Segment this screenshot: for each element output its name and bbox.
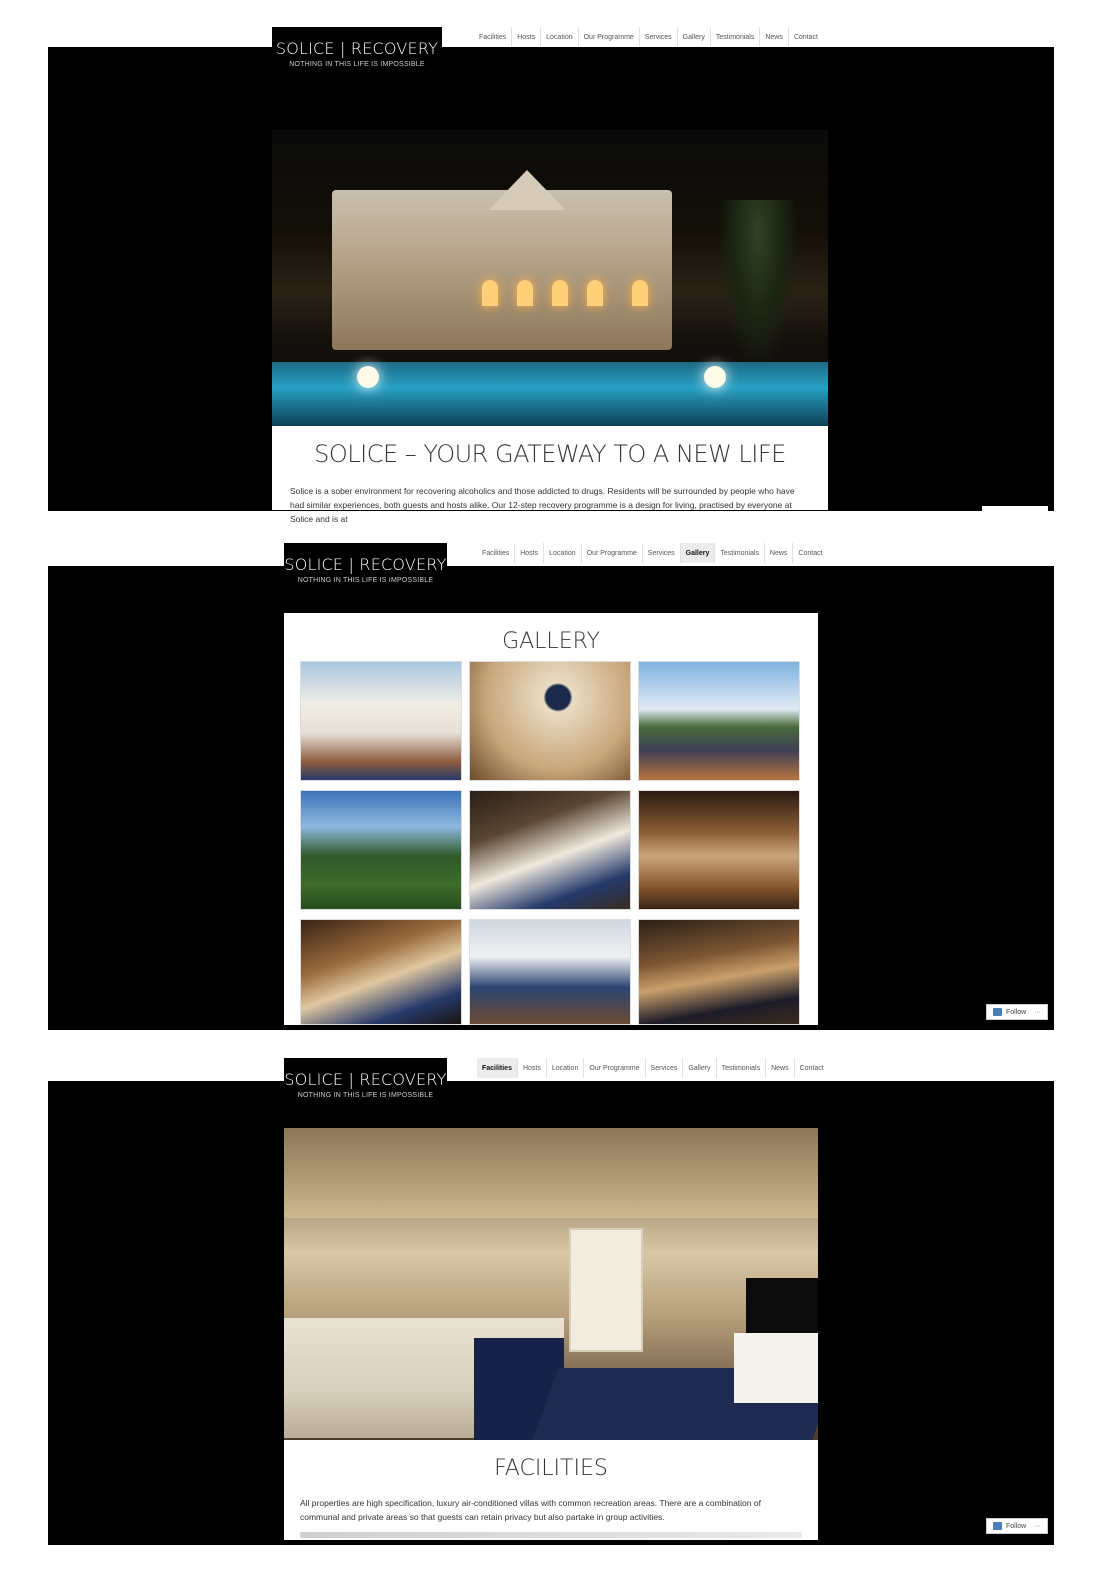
main-nav: Facilities Hosts Location Our Programme … [477,1058,829,1078]
follow-label: Follow [1006,1522,1027,1530]
follow-button[interactable]: Follow ··· [986,1518,1048,1534]
nav-contact[interactable]: Contact [787,27,823,47]
hero-villa-photo [272,130,828,426]
site-logo[interactable]: SOLICE | RECOVERY NOTHING IN THIS LIFE I… [284,543,447,591]
nav-services[interactable]: Services [641,543,680,563]
nav-facilities[interactable]: Facilities [474,27,511,47]
nav-location[interactable]: Location [540,27,577,47]
tv-console [734,1333,818,1403]
nav-services[interactable]: Services [638,27,677,47]
facilities-text: All properties are high specification, l… [300,1498,761,1522]
nav-testimonials[interactable]: Testimonials [709,27,760,47]
facilities-card: FACILITIES All properties are high speci… [284,1440,818,1540]
main-nav: Facilities Hosts Location Our Programme … [474,27,823,47]
lit-window [632,280,648,306]
lit-window [552,280,568,306]
nav-gallery[interactable]: Gallery [679,543,715,563]
site-title: SOLICE | RECOVERY [275,39,439,58]
lit-window [587,280,603,306]
nav-our-programme[interactable]: Our Programme [577,27,639,47]
nav-gallery[interactable]: Gallery [682,1058,715,1078]
gallery-card: GALLERY [284,613,818,1025]
pool-lamp [357,366,379,388]
gallery-thumbnail[interactable] [638,790,800,910]
nav-location[interactable]: Location [543,543,580,563]
site-tagline: NOTHING IN THIS LIFE IS IMPOSSIBLE [297,577,434,584]
palm-tree [718,200,798,370]
nav-location[interactable]: Location [545,1058,583,1078]
nav-news[interactable]: News [763,543,793,563]
page-title: FACILITIES [494,1456,608,1481]
nav-facilities[interactable]: Facilities [477,543,514,563]
site-title: SOLICE | RECOVERY [284,1070,447,1089]
site-tagline: NOTHING IN THIS LIFE IS IMPOSSIBLE [297,1092,434,1099]
television [746,1278,818,1334]
page-title: GALLERY [502,629,600,654]
main-nav: Facilities Hosts Location Our Programme … [477,543,828,563]
nav-facilities[interactable]: Facilities [477,1058,517,1078]
gallery-thumbnail[interactable] [469,661,631,781]
swimming-pool [272,362,828,426]
gallery-thumbnail[interactable] [638,919,800,1025]
pool-lamp [704,366,726,388]
nav-news[interactable]: News [765,1058,794,1078]
site-tagline: NOTHING IN THIS LIFE IS IMPOSSIBLE [289,61,425,68]
gallery-thumbnail[interactable] [469,919,631,1025]
gallery-thumbnail[interactable] [469,790,631,910]
doorway [569,1228,643,1352]
more-icon[interactable]: ··· [1034,1009,1041,1016]
nav-hosts[interactable]: Hosts [514,543,543,563]
follow-label: Follow [1006,1008,1027,1016]
gallery-thumbnail[interactable] [300,790,462,910]
nav-our-programme[interactable]: Our Programme [580,543,642,563]
intro-card: SOLICE – YOUR GATEWAY TO A NEW LIFE Soli… [272,426,828,524]
follow-icon [993,1008,1002,1016]
follow-button-partial[interactable] [982,506,1048,512]
nav-contact[interactable]: Contact [792,543,827,563]
lit-window [517,280,533,306]
nav-gallery[interactable]: Gallery [676,27,710,47]
intro-text: Solice is a sober environment for recove… [290,486,795,524]
more-icon[interactable]: ··· [1034,1523,1041,1530]
lit-window [482,280,498,306]
gallery-thumbnail[interactable] [638,661,800,781]
nav-our-programme[interactable]: Our Programme [583,1058,644,1078]
gallery-thumbnail[interactable] [300,919,462,1025]
nav-hosts[interactable]: Hosts [516,1058,546,1078]
ceiling [284,1128,818,1218]
follow-button[interactable]: Follow ··· [986,1004,1048,1020]
nav-hosts[interactable]: Hosts [511,27,540,47]
faded-text-continuation [300,1532,802,1538]
nav-testimonials[interactable]: Testimonials [715,1058,766,1078]
site-logo[interactable]: SOLICE | RECOVERY NOTHING IN THIS LIFE I… [284,1058,447,1106]
site-title: SOLICE | RECOVERY [284,555,447,574]
gallery-thumbnail[interactable] [300,661,462,781]
nav-contact[interactable]: Contact [793,1058,829,1078]
follow-icon [993,1522,1002,1530]
nav-services[interactable]: Services [644,1058,683,1078]
nav-testimonials[interactable]: Testimonials [714,543,764,563]
site-logo[interactable]: SOLICE | RECOVERY NOTHING IN THIS LIFE I… [272,27,442,75]
villa-building [332,190,672,350]
nav-news[interactable]: News [759,27,788,47]
page-title: SOLICE – YOUR GATEWAY TO A NEW LIFE [314,440,786,468]
bedroom-photo [284,1128,818,1440]
